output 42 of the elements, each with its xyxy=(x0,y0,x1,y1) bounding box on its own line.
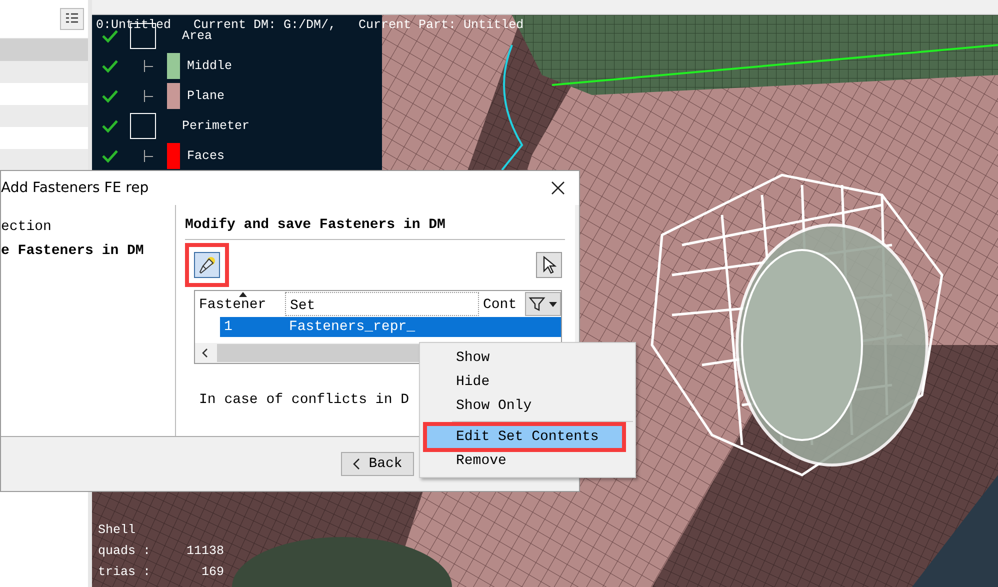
highlight-button[interactable] xyxy=(194,252,220,278)
stat-label: trias : xyxy=(98,565,152,581)
wizard-step[interactable]: e Fasteners in DM xyxy=(1,243,175,267)
legend-label: Faces xyxy=(187,149,225,163)
menu-item[interactable]: Remove xyxy=(420,449,635,473)
section-heading: Modify and save Fasteners in DM xyxy=(185,213,565,240)
flashlight-icon xyxy=(197,255,217,275)
menu-item[interactable]: Edit Set Contents xyxy=(426,425,623,449)
dialog-title: Add Fasteners FE rep xyxy=(1,180,149,196)
close-icon xyxy=(551,181,565,195)
stat-value: 169 xyxy=(200,565,224,581)
cursor-icon xyxy=(541,256,557,274)
legend-label: Middle xyxy=(187,59,232,73)
menu-item[interactable]: Show xyxy=(420,346,635,370)
menu-item[interactable]: Show Only xyxy=(420,394,635,418)
legend-label: Area xyxy=(182,29,212,43)
back-button[interactable]: Back xyxy=(341,452,414,476)
table-cell-text: Fasteners_repr_ xyxy=(289,319,416,335)
select-button[interactable] xyxy=(536,252,562,278)
check-icon[interactable] xyxy=(102,89,118,103)
list-view-button[interactable] xyxy=(60,8,84,30)
filter-icon xyxy=(528,296,558,312)
column-header[interactable]: Cont xyxy=(479,292,523,316)
stat-value: 11138 xyxy=(185,544,224,560)
check-icon[interactable] xyxy=(102,29,118,43)
group-box xyxy=(130,113,156,139)
filter-dropdown-button[interactable] xyxy=(525,292,561,316)
legend-label: Plane xyxy=(187,89,225,103)
legend-label: Perimeter xyxy=(182,119,250,133)
chevron-left-icon xyxy=(352,458,361,470)
table-row[interactable]: 1 Fasteners_repr_ xyxy=(220,317,561,337)
check-icon[interactable] xyxy=(102,119,118,133)
check-icon[interactable] xyxy=(102,149,118,163)
wizard-step[interactable]: ection xyxy=(1,219,175,243)
stats-title: Shell xyxy=(98,523,137,539)
stat-label: quads : xyxy=(98,544,152,560)
column-header[interactable]: Set xyxy=(285,292,479,316)
conflict-note: In case of conflicts in D xyxy=(199,392,410,408)
menu-item[interactable]: Hide xyxy=(420,370,635,394)
check-icon[interactable] xyxy=(102,59,118,73)
table-cell-text: 1 xyxy=(223,319,234,335)
column-header[interactable]: Fastener xyxy=(195,292,285,316)
